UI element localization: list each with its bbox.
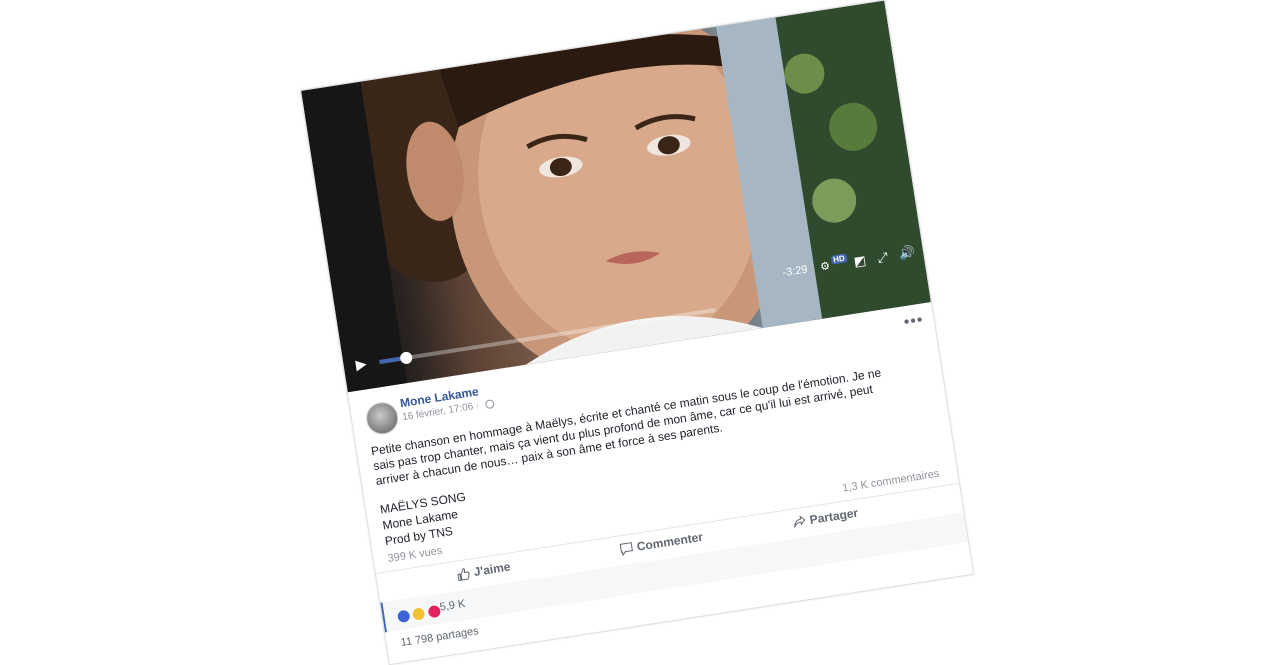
reactions-count[interactable]: 5,9 K bbox=[439, 598, 466, 614]
share-button[interactable]: Partager bbox=[792, 506, 859, 530]
like-button[interactable]: J'aime bbox=[456, 560, 511, 582]
settings-icon[interactable]: ⚙ bbox=[819, 259, 831, 273]
pip-icon[interactable]: ◩ bbox=[853, 253, 868, 271]
comment-icon bbox=[619, 542, 633, 557]
avatar[interactable] bbox=[363, 400, 401, 437]
haha-reaction-icon bbox=[410, 605, 427, 622]
shares-count[interactable]: 11 798 partages bbox=[400, 625, 480, 649]
song-credits: MAËLYS SONG Mone Lakame Prod by TNS bbox=[379, 489, 472, 550]
like-reaction-icon bbox=[395, 608, 412, 625]
video-player[interactable]: -3:29 ⚙ HD ◩ ⤢ 🔊 ▶ bbox=[301, 0, 931, 393]
play-icon[interactable]: ▶ bbox=[354, 355, 367, 373]
globe-icon bbox=[484, 398, 495, 410]
volume-icon[interactable]: 🔊 bbox=[898, 244, 916, 262]
post-text: Petite chanson en hommage à Maëlys, écri… bbox=[370, 365, 883, 488]
reaction-icons bbox=[395, 602, 443, 626]
video-frame bbox=[301, 0, 931, 393]
like-label: J'aime bbox=[472, 559, 512, 580]
facebook-post: -3:29 ⚙ HD ◩ ⤢ 🔊 ▶ ••• Mone Lakame 16 fé… bbox=[300, 0, 975, 665]
comment-button[interactable]: Commenter bbox=[619, 530, 704, 557]
more-options-icon[interactable]: ••• bbox=[903, 311, 925, 332]
share-label: Partager bbox=[808, 505, 859, 527]
fullscreen-icon[interactable]: ⤢ bbox=[876, 249, 889, 266]
share-icon bbox=[794, 515, 806, 528]
thumbs-up-icon bbox=[457, 568, 470, 582]
comment-label: Commenter bbox=[635, 529, 704, 554]
